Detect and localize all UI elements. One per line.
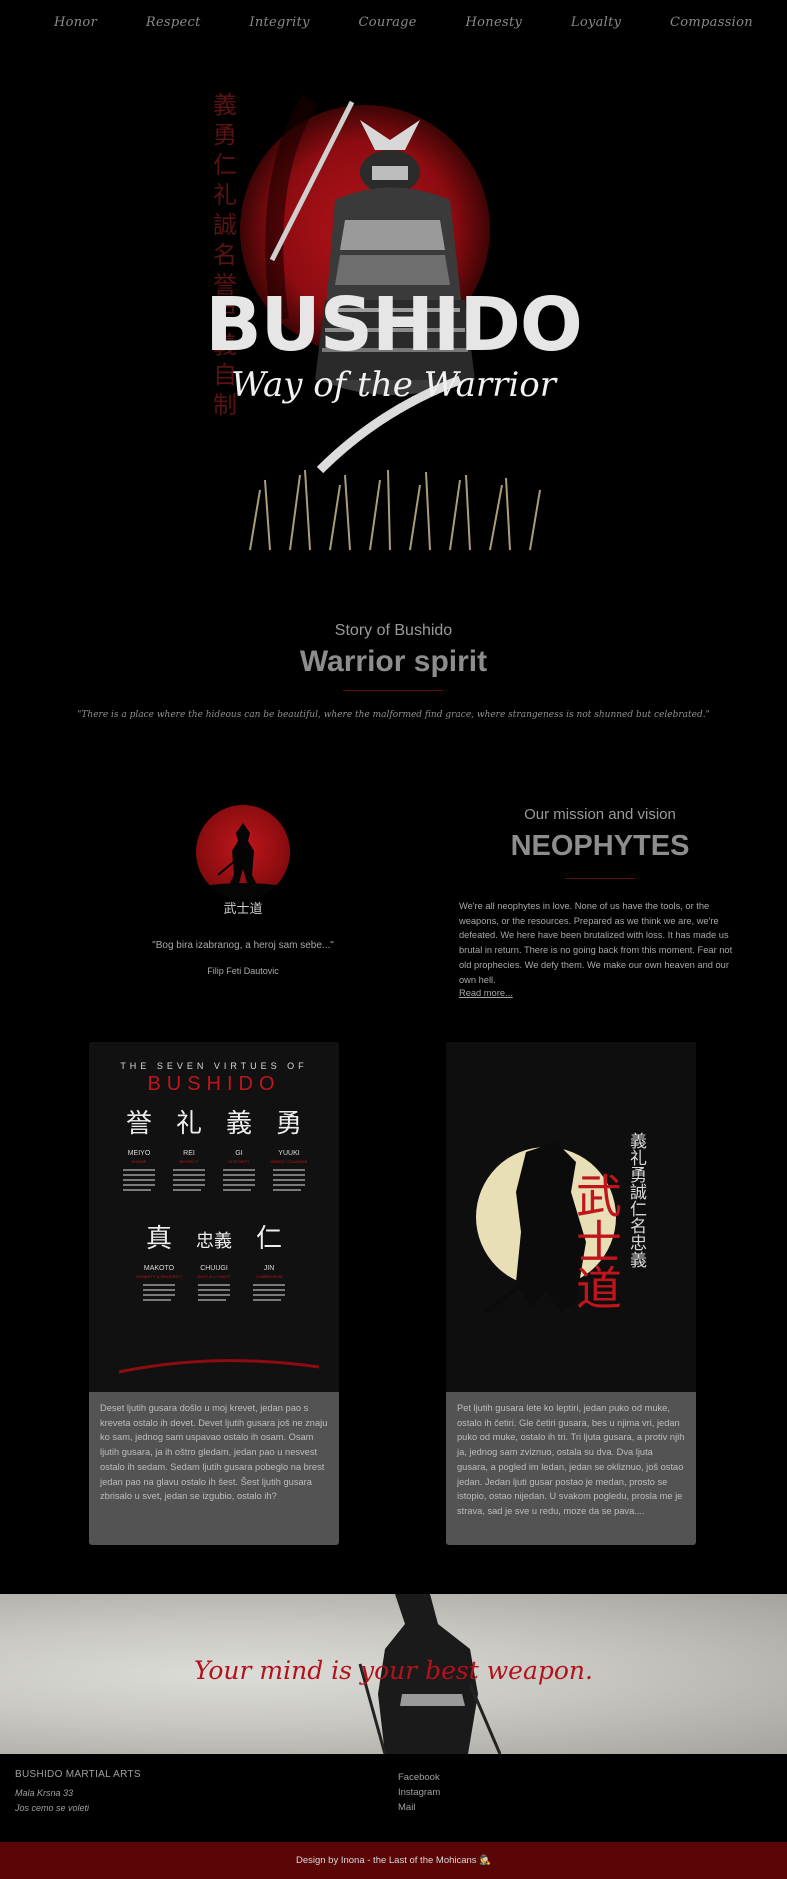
motto-banner: Your mind is your best weapon. bbox=[0, 1594, 787, 1754]
virtue-name: CHUUGI bbox=[200, 1265, 228, 1272]
hero-section: 義 勇 仁 礼 誠 名 誉 忠 義 自 制 BUSHIDO Way of the… bbox=[0, 60, 787, 580]
kanji-char: 名 bbox=[213, 241, 237, 269]
virtue-kanji: 誉 bbox=[126, 1109, 152, 1139]
top-navigation: Honor Respect Integrity Courage Honesty … bbox=[0, 0, 787, 45]
virtue-kanji: 忠義 bbox=[196, 1231, 232, 1252]
side-kanji: 義礼勇誠仁名忠義 bbox=[626, 1132, 647, 1268]
banner-motto: Your mind is your best weapon. bbox=[194, 1656, 593, 1685]
virtue-kanji: 仁 bbox=[256, 1224, 282, 1254]
virtue-name: YUUKI bbox=[278, 1150, 299, 1157]
left-quote: "Bog bira izabranog, a heroj sam sebe...… bbox=[152, 940, 334, 951]
samurai-silhouette-icon bbox=[196, 823, 290, 899]
card-text: Pet ljutih gusara lete ko leptiri, jedan… bbox=[457, 1403, 685, 1516]
grass-shape bbox=[249, 469, 541, 551]
left-quote-author: Filip Feti Dautovic bbox=[207, 966, 279, 976]
nav-item-honesty[interactable]: Honesty bbox=[466, 15, 523, 30]
credit-text: Design by Inona - the Last of the Mohica… bbox=[295, 1855, 492, 1866]
kanji-char: 誠 bbox=[213, 211, 237, 239]
footer-address-line: Mala Krsna 33 bbox=[15, 1788, 74, 1798]
footer-link-instagram[interactable]: Instagram bbox=[398, 1787, 440, 1798]
nav-item-respect[interactable]: Respect bbox=[146, 15, 201, 30]
virtue-meaning: HONESTY & SINCERITY bbox=[136, 1274, 182, 1279]
nav-item-courage[interactable]: Courage bbox=[359, 15, 417, 30]
red-kanji: 武士道 bbox=[569, 1172, 623, 1310]
poster-top-text: THE SEVEN VIRTUES OF bbox=[120, 1061, 307, 1071]
nav-item-compassion[interactable]: Compassion bbox=[670, 15, 753, 30]
nav-item-integrity[interactable]: Integrity bbox=[249, 15, 309, 30]
virtue-name: GI bbox=[235, 1150, 242, 1157]
credit-bar: Design by Inona - the Last of the Mohica… bbox=[0, 1842, 787, 1879]
virtue-meaning: HONOR bbox=[132, 1159, 147, 1164]
virtue-name: JIN bbox=[264, 1265, 275, 1272]
virtue-kanji: 義 bbox=[226, 1109, 252, 1139]
virtue-kanji: 真 bbox=[146, 1224, 172, 1254]
footer-link-mail[interactable]: Mail bbox=[398, 1802, 415, 1813]
kanji-char: 勇 bbox=[213, 121, 237, 149]
divider bbox=[565, 878, 635, 879]
card-text: Deset ljutih gusara došlo u moj krevet, … bbox=[100, 1403, 328, 1502]
kanji-char: 義 bbox=[213, 91, 237, 119]
footer-address-line: Jos cemo se voleti bbox=[15, 1803, 90, 1813]
samurai-emblem bbox=[196, 805, 290, 899]
samurai-moon-illustration: 義礼勇誠仁名忠義 武士道 bbox=[446, 1042, 696, 1392]
nav-item-loyalty[interactable]: Loyalty bbox=[571, 15, 621, 30]
emblem-kanji: 武士道 bbox=[223, 902, 263, 917]
divider bbox=[343, 690, 443, 691]
mission-kicker: Our mission and vision bbox=[524, 806, 676, 823]
virtue-meaning: COMPASSION bbox=[256, 1274, 283, 1279]
virtue-meaning: HEROIC COURAGE bbox=[271, 1159, 308, 1164]
card-seven-virtues: THE SEVEN VIRTUES OF BUSHIDO 誉 礼 義 勇 MEI… bbox=[89, 1042, 339, 1545]
svg-text:武士道: 武士道 bbox=[569, 1172, 623, 1310]
poster-title: BUSHIDO bbox=[147, 1073, 280, 1095]
footer-title: BUSHIDO MARTIAL ARTS bbox=[15, 1769, 141, 1780]
mission-title: NEOPHYTES bbox=[510, 830, 690, 862]
story-title: Warrior spirit bbox=[299, 645, 488, 678]
virtue-meaning: RESPECT bbox=[180, 1159, 199, 1164]
seven-virtues-poster: THE SEVEN VIRTUES OF BUSHIDO 誉 礼 義 勇 MEI… bbox=[89, 1042, 339, 1392]
nav-item-honor[interactable]: Honor bbox=[54, 15, 97, 30]
kanji-char: 仁 bbox=[213, 151, 237, 179]
virtue-name: MAKOTO bbox=[144, 1265, 175, 1272]
virtue-kanji: 勇 bbox=[276, 1109, 302, 1139]
virtue-meaning: DUTY & LOYALTY bbox=[197, 1274, 230, 1279]
story-kicker: Story of Bushido bbox=[334, 622, 453, 639]
hero-subtitle: Way of the Warrior bbox=[231, 365, 556, 405]
read-more-link[interactable]: Read more... bbox=[459, 988, 513, 998]
footer-link-facebook[interactable]: Facebook bbox=[398, 1772, 440, 1783]
svg-text:義礼勇誠仁名忠義: 義礼勇誠仁名忠義 bbox=[626, 1132, 647, 1268]
card-samurai-moon: 義礼勇誠仁名忠義 武士道 Pet ljutih gusara lete ko l… bbox=[446, 1042, 696, 1545]
virtue-name: MEIYO bbox=[128, 1150, 151, 1157]
kanji-char: 礼 bbox=[213, 181, 237, 209]
story-quote: "There is a place where the hideous can … bbox=[77, 710, 710, 720]
virtue-name: REI bbox=[183, 1150, 195, 1157]
mission-text: We're all neophytes in love. None of us … bbox=[459, 901, 733, 985]
hero-title: BUSHIDO bbox=[205, 282, 583, 368]
virtue-kanji: 礼 bbox=[176, 1109, 202, 1139]
footer: BUSHIDO MARTIAL ARTS Mala Krsna 33 Jos c… bbox=[0, 1754, 787, 1842]
virtue-meaning: INTEGRITY bbox=[228, 1159, 250, 1164]
